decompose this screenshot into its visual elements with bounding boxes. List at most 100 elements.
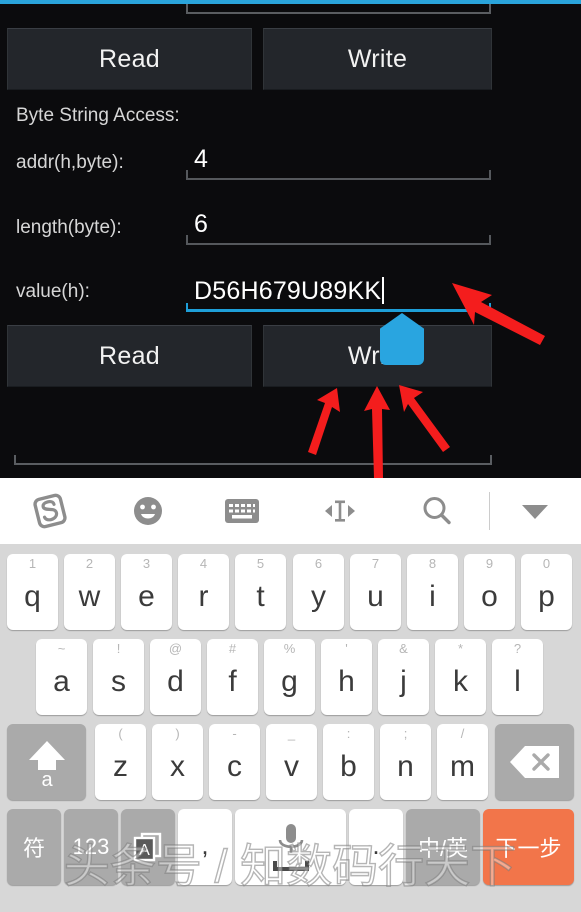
key-m[interactable]: / m <box>437 724 488 800</box>
key-x-sup: ) <box>175 726 180 741</box>
key-c[interactable]: - c <box>209 724 260 800</box>
key-u[interactable]: 7 u <box>350 554 401 630</box>
numbers-key[interactable]: 123 <box>64 809 118 885</box>
svg-text:A: A <box>139 842 150 859</box>
key-t-label: t <box>256 580 265 613</box>
key-q[interactable]: 1 q <box>7 554 58 630</box>
key-v-sup: _ <box>287 726 296 741</box>
key-v[interactable]: _ v <box>266 724 317 800</box>
shift-key[interactable]: a <box>7 724 86 800</box>
keyboard-icon[interactable] <box>212 478 272 544</box>
addr-input-underline <box>186 170 491 180</box>
key-g[interactable]: % g <box>264 639 315 715</box>
enter-next-label: 下一步 <box>495 836 562 861</box>
backspace-icon <box>509 746 559 778</box>
key-x[interactable]: ) x <box>152 724 203 800</box>
value-input-value: D56H679U89KK <box>194 277 385 306</box>
key-k[interactable]: * k <box>435 639 486 715</box>
key-e-sup: 3 <box>142 556 151 571</box>
key-g-label: g <box>281 665 298 698</box>
key-h[interactable]: ' h <box>321 639 372 715</box>
key-f-label: f <box>228 665 237 698</box>
addr-field-label: addr(h,byte): <box>16 152 124 173</box>
text-selection-handle[interactable] <box>380 313 424 365</box>
key-k-label: k <box>453 665 468 698</box>
value-input-text: D56H679U89KK <box>194 277 382 305</box>
key-n-label: n <box>397 750 414 783</box>
enter-next-key[interactable]: 下一步 <box>483 809 574 885</box>
length-input[interactable]: 6 <box>186 205 491 245</box>
read-button-top[interactable]: Read <box>7 28 252 90</box>
key-u-sup: 7 <box>371 556 380 571</box>
key-z-label: z <box>113 750 128 783</box>
emoji-icon[interactable] <box>118 478 178 544</box>
value-input[interactable]: D56H679U89KK <box>186 268 491 312</box>
key-s[interactable]: ! s <box>93 639 144 715</box>
key-y[interactable]: 6 y <box>293 554 344 630</box>
key-j-sup: & <box>399 641 408 656</box>
key-j[interactable]: & j <box>378 639 429 715</box>
collapse-keyboard-icon[interactable] <box>505 478 565 544</box>
key-a[interactable]: ~ a <box>36 639 87 715</box>
value-field-label: value(h): <box>16 281 90 302</box>
backspace-key[interactable] <box>495 724 574 800</box>
key-e[interactable]: 3 e <box>121 554 172 630</box>
period-key[interactable]: . <box>349 809 403 885</box>
key-n[interactable]: ; n <box>380 724 431 800</box>
language-toggle-label: 中/英 <box>417 836 469 861</box>
key-j-label: j <box>400 665 407 698</box>
key-s-sup: ! <box>116 641 121 656</box>
write-button-top-label: Write <box>347 44 408 73</box>
addr-input[interactable]: 4 <box>186 140 491 180</box>
key-b[interactable]: : b <box>323 724 374 800</box>
read-button-top-label: Read <box>99 44 160 73</box>
key-q-sup: 1 <box>28 556 37 571</box>
soft-keyboard: 1 q 2 w 3 e 4 r 5 t 6 y 7 u 8 i 9 o 0 p … <box>0 478 581 912</box>
write-button-bottom[interactable]: Write <box>263 325 492 387</box>
svg-text:a: a <box>41 769 53 788</box>
comma-key[interactable]: , <box>178 809 232 885</box>
keyboard-toolbar <box>0 478 581 544</box>
key-u-label: u <box>367 580 384 613</box>
key-t[interactable]: 5 t <box>235 554 286 630</box>
space-key[interactable] <box>235 809 346 885</box>
keyboard-row-2: ~ a ! s @ d # f % g ' h & j * k ? l <box>0 639 581 715</box>
write-button-top[interactable]: Write <box>263 28 492 90</box>
key-i[interactable]: 8 i <box>407 554 458 630</box>
length-field-label: length(byte): <box>16 217 122 238</box>
key-w[interactable]: 2 w <box>64 554 115 630</box>
key-x-label: x <box>170 750 185 783</box>
key-k-sup: * <box>457 641 464 656</box>
key-o[interactable]: 9 o <box>464 554 515 630</box>
key-r[interactable]: 4 r <box>178 554 229 630</box>
arrow-to-write-3 <box>399 385 450 452</box>
key-m-sup: / <box>460 726 465 741</box>
key-d[interactable]: @ d <box>150 639 201 715</box>
key-c-sup: - <box>232 726 237 741</box>
sogou-logo-icon[interactable] <box>20 478 80 544</box>
symbol-key-label: 符 <box>22 836 45 861</box>
key-p-label: p <box>538 580 555 613</box>
key-b-sup: : <box>346 726 351 741</box>
language-toggle-key[interactable]: 中/英 <box>406 809 480 885</box>
app-content: Read Write Byte String Access: addr(h,by… <box>0 0 581 478</box>
translate-key[interactable]: A <box>121 809 175 885</box>
key-y-label: y <box>311 580 326 613</box>
search-icon[interactable] <box>407 478 467 544</box>
read-button-bottom[interactable]: Read <box>7 325 252 387</box>
arrow-to-write-1 <box>308 388 340 455</box>
value-input-underline <box>186 303 491 312</box>
key-f[interactable]: # f <box>207 639 258 715</box>
key-d-sup: @ <box>168 641 183 656</box>
key-g-sup: % <box>283 641 296 656</box>
screen: Read Write Byte String Access: addr(h,by… <box>0 0 581 912</box>
key-z[interactable]: ( z <box>95 724 146 800</box>
key-p[interactable]: 0 p <box>521 554 572 630</box>
key-i-sup: 8 <box>428 556 437 571</box>
key-l[interactable]: ? l <box>492 639 543 715</box>
cursor-move-icon[interactable] <box>310 478 370 544</box>
comma-key-label: , <box>201 829 209 860</box>
symbol-key[interactable]: 符 <box>7 809 61 885</box>
byte-string-access-label: Byte String Access: <box>16 105 180 126</box>
key-t-sup: 5 <box>256 556 265 571</box>
